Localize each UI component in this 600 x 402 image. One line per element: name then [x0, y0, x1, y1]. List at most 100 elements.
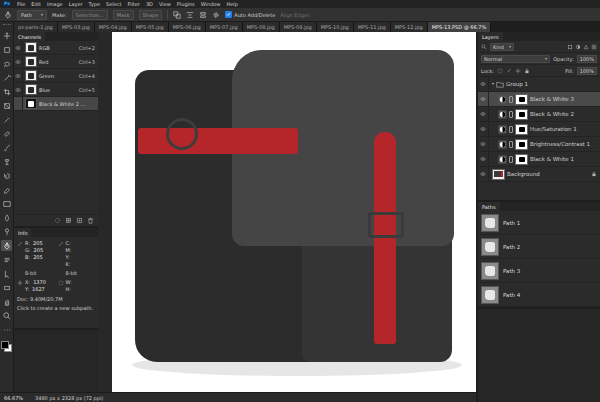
hand-tool[interactable]: [1, 296, 12, 307]
history-brush-tool[interactable]: [1, 170, 12, 181]
panel-title[interactable]: Paths: [478, 202, 500, 211]
path-row[interactable]: Path 3: [478, 259, 600, 283]
filter-kind-dropdown[interactable]: Kind: [490, 43, 514, 51]
lock-pixels-icon[interactable]: [497, 68, 503, 74]
more-tools-tool[interactable]: [1, 324, 12, 335]
layer-row[interactable]: Hue/Saturation 1: [478, 122, 600, 137]
menu-item[interactable]: Help: [226, 0, 237, 8]
document-tab[interactable]: MPS-11.jpg: [354, 22, 391, 32]
document-tab[interactable]: ps-parts-1.jpg: [14, 22, 58, 32]
layer-name[interactable]: Black & White 1: [530, 156, 600, 162]
adjustment-filter-icon[interactable]: [575, 44, 581, 50]
layer-row[interactable]: Black & White 2: [478, 107, 600, 122]
marquee-tool[interactable]: [1, 44, 12, 55]
menu-item[interactable]: Filter: [128, 0, 140, 8]
document-tab[interactable]: MPS-12.jpg: [391, 22, 428, 32]
layer-row[interactable]: Group 1: [478, 77, 600, 92]
menu-item[interactable]: Window: [201, 0, 221, 8]
fill-field[interactable]: 100%: [577, 67, 597, 75]
panel-title[interactable]: Channels: [14, 32, 45, 41]
make-button[interactable]: Selection...: [72, 10, 108, 20]
make-button[interactable]: Shape: [139, 10, 163, 20]
layer-mask-thumbnail[interactable]: [515, 94, 528, 105]
document-tab[interactable]: MPS-05.jpg: [132, 22, 169, 32]
gradient-tool[interactable]: [1, 198, 12, 209]
document-tab[interactable]: MPS-06.jpg: [169, 22, 206, 32]
layer-row[interactable]: Brightness/Contrast 1: [478, 137, 600, 152]
pixel-filter-icon[interactable]: [567, 44, 573, 50]
visibility-toggle[interactable]: [478, 122, 489, 136]
path-arrangement-icon[interactable]: [199, 11, 207, 19]
path-row[interactable]: Path 1: [478, 211, 600, 235]
frame-tool[interactable]: [1, 100, 12, 111]
layer-row[interactable]: Black & White 1: [478, 152, 600, 167]
visibility-toggle[interactable]: [478, 137, 489, 151]
visibility-toggle[interactable]: [14, 97, 23, 110]
layer-mask-thumbnail[interactable]: [515, 109, 528, 120]
visibility-toggle[interactable]: [14, 69, 23, 82]
link-icon[interactable]: [509, 126, 513, 133]
channel-row[interactable]: BlueCtrl+5: [14, 83, 98, 97]
path-alignment-icon[interactable]: [186, 11, 194, 19]
lock-all-icon[interactable]: [524, 68, 530, 74]
checkbox-box[interactable]: [225, 11, 232, 18]
eraser-tool[interactable]: [1, 184, 12, 195]
panel-title[interactable]: Info: [14, 228, 31, 237]
document-tab[interactable]: MPS-07.jpg: [206, 22, 243, 32]
toolbar-grip[interactable]: [3, 24, 11, 27]
path-row[interactable]: Path 2: [478, 235, 600, 259]
layer-name[interactable]: Group 1: [506, 81, 600, 87]
zoom-level[interactable]: 66.67%: [4, 395, 23, 401]
move-tool[interactable]: [1, 30, 12, 41]
magic-wand-tool[interactable]: [1, 72, 12, 83]
gear-icon[interactable]: [212, 11, 220, 19]
layer-name[interactable]: Background: [507, 171, 589, 177]
new-channel-icon[interactable]: [76, 217, 83, 224]
visibility-toggle[interactable]: [478, 77, 489, 91]
menu-item[interactable]: Plugins: [177, 0, 195, 8]
channel-row[interactable]: Black & White 2 ...: [14, 97, 98, 111]
brush-tool[interactable]: [1, 142, 12, 153]
link-icon[interactable]: [509, 156, 513, 163]
foreground-color[interactable]: [1, 341, 9, 349]
document-tab[interactable]: MPS-10.jpg: [317, 22, 354, 32]
visibility-toggle[interactable]: [14, 55, 23, 68]
lasso-tool[interactable]: [1, 58, 12, 69]
layer-name[interactable]: Hue/Saturation 1: [530, 126, 600, 132]
document-tab[interactable]: MPS-04.jpg: [95, 22, 132, 32]
link-icon[interactable]: [509, 111, 513, 118]
channel-row[interactable]: RedCtrl+3: [14, 55, 98, 69]
save-selection-icon[interactable]: [65, 217, 72, 224]
document-tab[interactable]: MPS-03.jpg: [58, 22, 95, 32]
eyedropper-tool[interactable]: [1, 114, 12, 125]
expand-arrow-icon[interactable]: [492, 83, 494, 85]
menu-item[interactable]: Image: [47, 0, 63, 8]
horizontal-type-tool[interactable]: [1, 254, 12, 265]
canvas[interactable]: [112, 32, 476, 392]
path-operations-icon[interactable]: [173, 11, 181, 19]
auto-add-delete-checkbox[interactable]: Auto Add/Delete: [225, 11, 275, 18]
panel-title[interactable]: Layers: [478, 32, 503, 41]
menu-item[interactable]: 3D: [146, 0, 153, 8]
layer-row[interactable]: Black & White 3: [478, 92, 600, 107]
document-tab[interactable]: MPS-09.jpg: [280, 22, 317, 32]
menu-item[interactable]: Type: [89, 0, 100, 8]
mode-dropdown[interactable]: Path: [17, 10, 47, 20]
smart-object-filter-icon[interactable]: [591, 44, 597, 50]
pen-tool-icon[interactable]: [4, 11, 12, 19]
make-button[interactable]: Mask: [113, 10, 134, 20]
trash-icon[interactable]: [87, 217, 94, 224]
visibility-toggle[interactable]: [478, 92, 489, 106]
lock-paint-icon[interactable]: [506, 68, 512, 74]
color-swatches[interactable]: [1, 341, 12, 352]
link-icon[interactable]: [509, 141, 513, 148]
document-tab[interactable]: MPS-08.jpg: [243, 22, 280, 32]
visibility-toggle[interactable]: [14, 41, 23, 54]
layer-mask-thumbnail[interactable]: [515, 124, 528, 135]
layer-mask-thumbnail[interactable]: [515, 139, 528, 150]
channel-row[interactable]: GreenCtrl+4: [14, 69, 98, 83]
visibility-toggle[interactable]: [478, 152, 489, 166]
pen-tool[interactable]: [1, 240, 12, 251]
blend-mode-dropdown[interactable]: Normal: [481, 55, 550, 63]
visibility-toggle[interactable]: [478, 167, 489, 181]
